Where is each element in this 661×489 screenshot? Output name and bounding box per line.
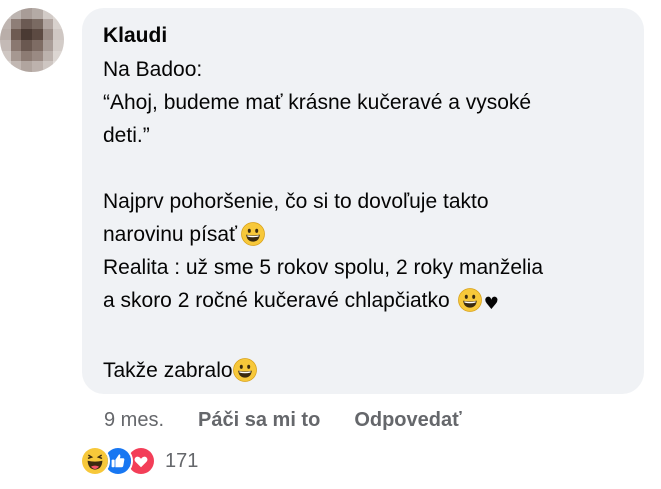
comment-line-text: a skoro 2 ročné kučeravé chlapčiatko — [103, 289, 450, 312]
comment-line-text: Najprv pohoršenie, čo si to dovoľuje tak… — [103, 190, 489, 213]
comment-timestamp[interactable]: 9 mes. — [104, 409, 164, 432]
comment-actions: 9 mes. Páči sa mi to Odpovedať — [104, 405, 496, 435]
comment-line-text: Realita : už sme 5 rokov spolu, 2 roky m… — [103, 256, 544, 279]
avatar[interactable] — [0, 8, 64, 72]
comment-line-text: “Ahoj, budeme mať krásne kučeravé a vyso… — [103, 91, 532, 114]
comment-line — [103, 152, 624, 185]
comment-line-text: narovinu písať — [103, 223, 237, 246]
comment-line — [103, 321, 624, 354]
grinning-emoji-icon — [232, 358, 257, 382]
comment-line-text: Takže zabralo — [103, 359, 233, 382]
comment-line: a skoro 2 ročné kučeravé chlapčiatko ♥ — [103, 284, 624, 321]
comment-text: Na Badoo: “Ahoj, budeme mať krásne kučer… — [103, 53, 624, 387]
reaction-count[interactable]: 171 — [165, 450, 198, 473]
comment-line-text: deti.” — [103, 124, 150, 147]
comment-line: Realita : už sme 5 rokov spolu, 2 roky m… — [103, 251, 624, 284]
comment-bubble: Klaudi Na Badoo: “Ahoj, budeme mať krásn… — [82, 8, 644, 394]
haha-icon — [80, 446, 110, 476]
grinning-emoji-icon — [241, 222, 265, 246]
comment-line-text: Na Badoo: — [103, 58, 203, 81]
heart-icon: ♥ — [483, 294, 499, 314]
comment-line: “Ahoj, budeme mať krásne kučeravé a vyso… — [103, 86, 624, 119]
reply-button[interactable]: Odpovedať — [354, 409, 461, 432]
comment-line: narovinu písať — [103, 218, 624, 251]
comment-line: Na Badoo: — [103, 53, 624, 86]
reactions-summary[interactable]: 171 — [80, 446, 198, 476]
comment-line: Najprv pohoršenie, čo si to dovoľuje tak… — [103, 185, 624, 218]
comment-line: deti.” — [103, 119, 624, 152]
like-button[interactable]: Páči sa mi to — [198, 409, 320, 432]
comment-line: Takže zabralo — [103, 354, 624, 387]
grinning-emoji-icon — [457, 288, 482, 312]
comment-author[interactable]: Klaudi — [103, 22, 624, 50]
